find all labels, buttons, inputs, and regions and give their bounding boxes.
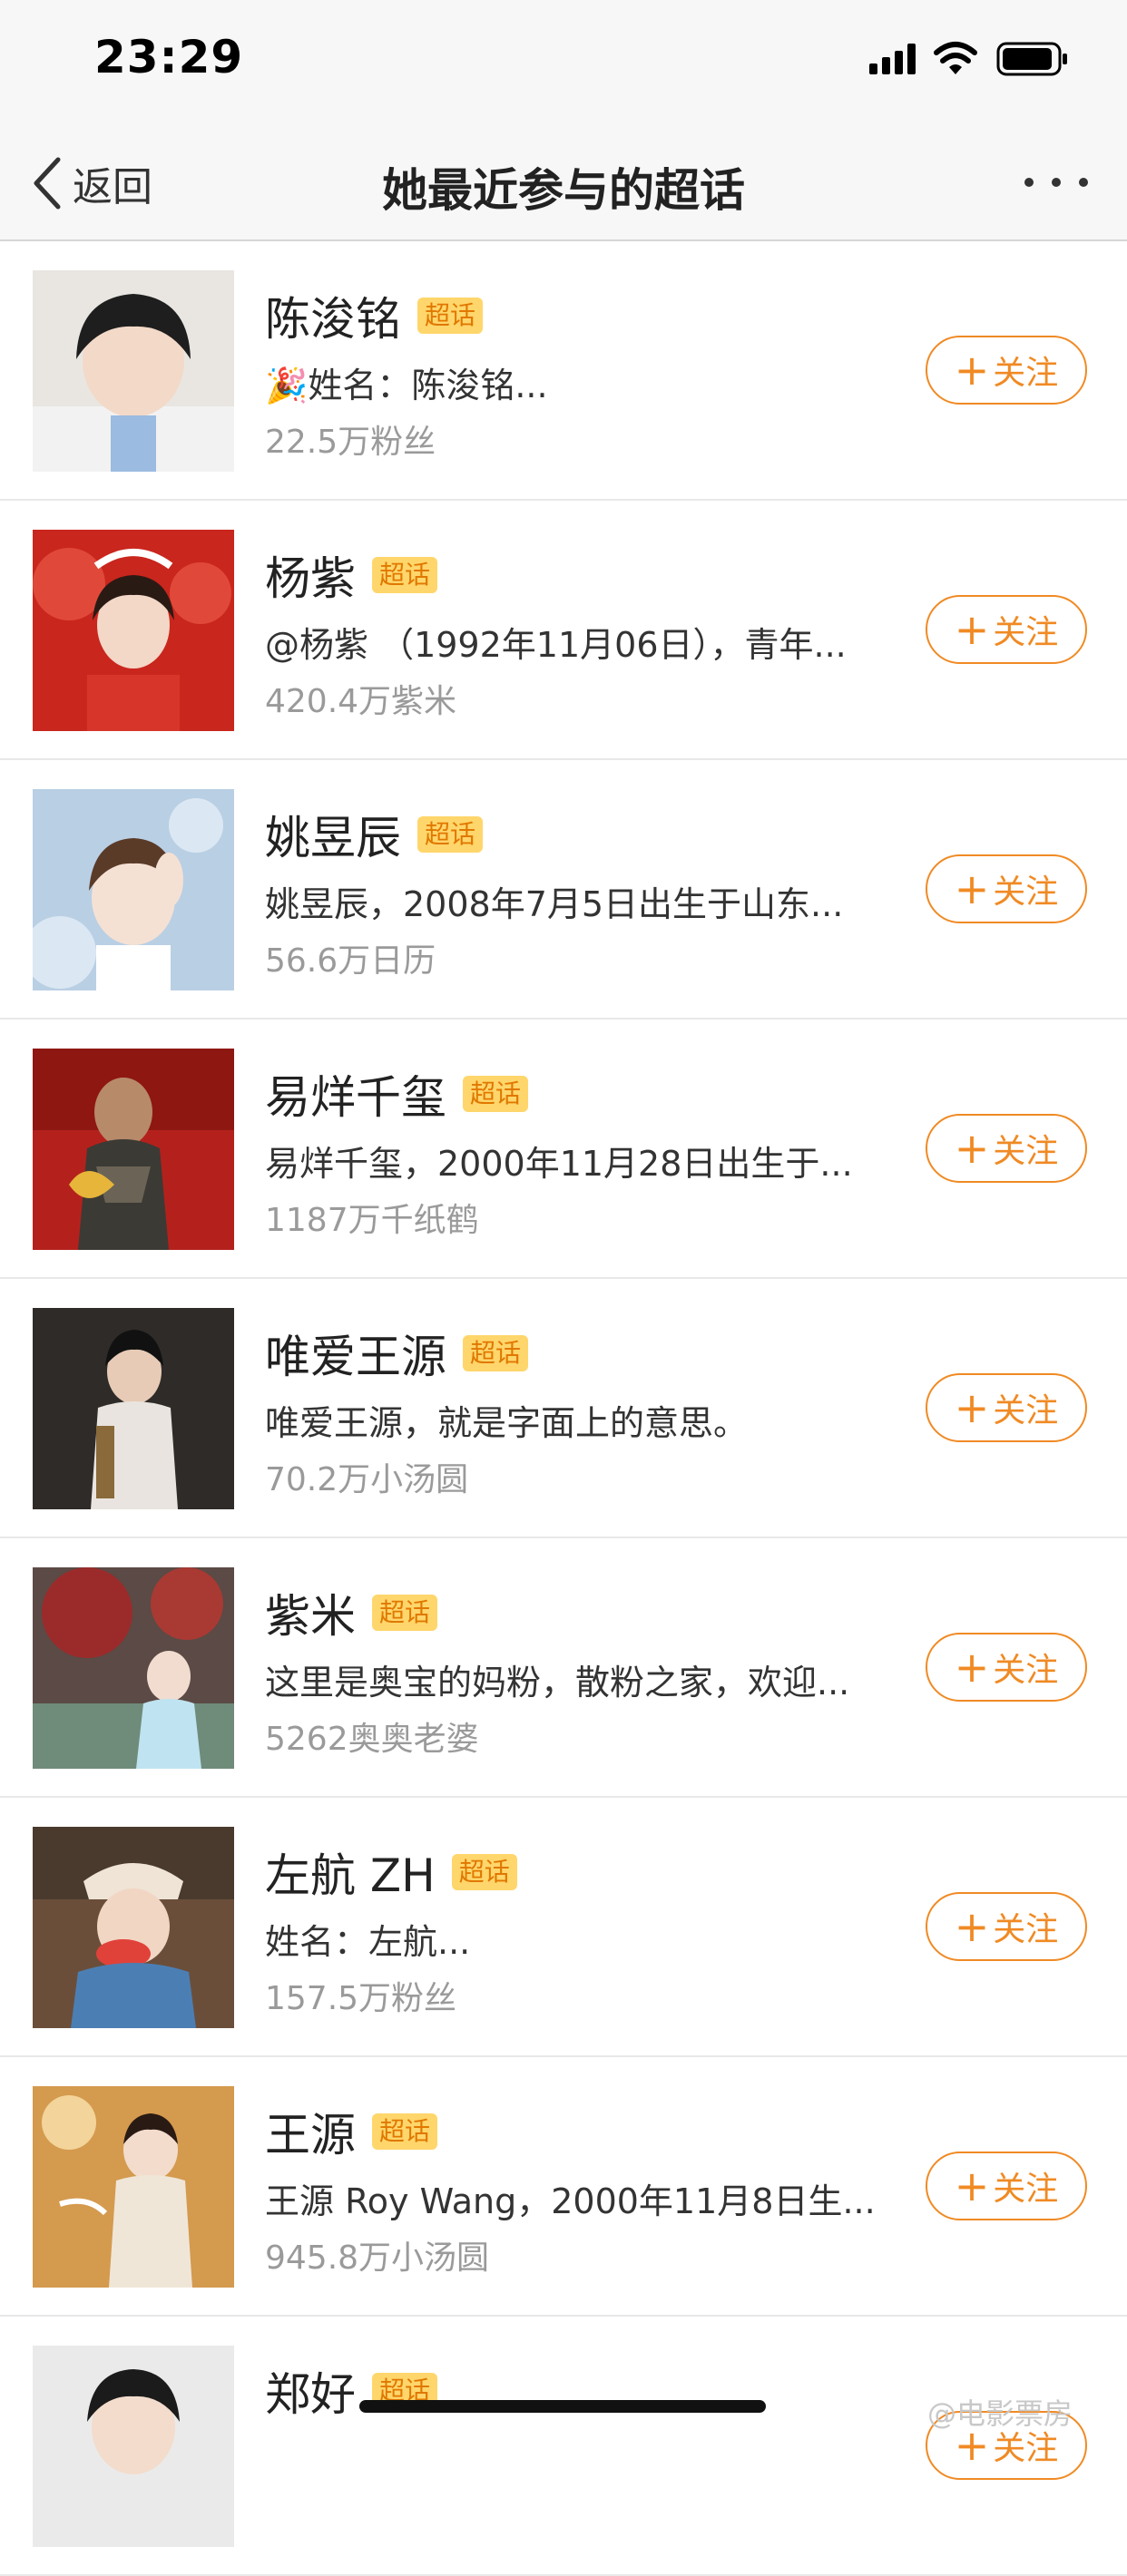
supertopic-badge: 超话 <box>451 1854 517 1890</box>
watermark: @电影票房 <box>927 2396 1073 2431</box>
list-item[interactable]: 紫米 超话 这里是奥宝的妈粉，散粉之家，欢迎... 5262奥奥老婆 + 关注 <box>0 1538 1127 1798</box>
supertopic-badge: 超话 <box>372 1595 438 1631</box>
follower-count: 945.8万小汤圆 <box>265 2239 490 2277</box>
topic-description: 这里是奥宝的妈粉，散粉之家，欢迎... <box>265 1663 850 1703</box>
topic-description: 唯爱王源，就是字面上的意思。 <box>265 1403 749 1443</box>
supertopic-badge: 超话 <box>417 816 484 853</box>
battery-icon <box>996 42 1067 76</box>
follow-button[interactable]: + 关注 <box>926 1633 1087 1702</box>
topic-name: 紫米 <box>265 1590 356 1643</box>
cellular-signal-icon <box>869 44 916 74</box>
plus-icon: + <box>954 1383 990 1432</box>
follow-label: 关注 <box>993 2171 1059 2208</box>
list-item[interactable]: 左航 ZH 超话 姓名：左航... 157.5万粉丝 + 关注 <box>0 1798 1127 2057</box>
list-item[interactable]: 杨紫 超话 @杨紫 （1992年11月06日），青年... 420.4万紫米 +… <box>0 501 1127 760</box>
avatar <box>33 1049 234 1250</box>
list-item[interactable]: 唯爱王源 超话 唯爱王源，就是字面上的意思。 70.2万小汤圆 + 关注 <box>0 1279 1127 1538</box>
topic-name: 杨紫 <box>265 552 356 605</box>
follow-label: 关注 <box>993 1392 1059 1429</box>
list-item[interactable]: 郑好 超话 + 关注 <box>0 2317 1127 2576</box>
avatar <box>33 1827 234 2028</box>
avatar <box>33 2346 234 2547</box>
avatar <box>33 1308 234 1509</box>
follow-label: 关注 <box>993 1911 1059 1948</box>
follower-count: 157.5万粉丝 <box>265 1980 457 2017</box>
more-icon[interactable] <box>1020 169 1093 196</box>
follower-count: 70.2万小汤圆 <box>265 1461 469 1498</box>
supertopic-badge: 超话 <box>463 1335 529 1371</box>
topic-description: 姓名：左航... <box>265 1922 471 1962</box>
page-title: 她最近参与的超话 <box>382 164 745 217</box>
follow-label: 关注 <box>993 1652 1059 1689</box>
follower-count: 5262奥奥老婆 <box>265 1721 479 1758</box>
follower-count: 22.5万粉丝 <box>265 424 436 461</box>
status-bar: 23:29 <box>0 0 1127 127</box>
topic-name: 唯爱王源 <box>265 1331 446 1383</box>
plus-icon: + <box>954 864 990 913</box>
follow-button[interactable]: + 关注 <box>926 1373 1087 1442</box>
supertopic-badge: 超话 <box>372 557 438 593</box>
follow-label: 关注 <box>993 873 1059 911</box>
list-item[interactable]: 易烊千玺 超话 易烊千玺，2000年11月28日出生于... 1187万千纸鹤 … <box>0 1020 1127 1279</box>
plus-icon: + <box>954 1124 990 1173</box>
plus-icon: + <box>954 2161 990 2210</box>
topic-name: 姚昱辰 <box>265 812 401 864</box>
follow-label: 关注 <box>993 355 1059 392</box>
avatar <box>33 270 234 472</box>
topic-description: 姚昱辰，2008年7月5日出生于山东... <box>265 884 844 924</box>
topic-description: 易烊千玺，2000年11月28日出生于... <box>265 1144 853 1184</box>
home-indicator[interactable] <box>359 2400 766 2413</box>
topic-name: 左航 ZH <box>265 1849 436 1902</box>
wifi-icon <box>934 42 977 74</box>
follow-label: 关注 <box>993 614 1059 651</box>
follow-button[interactable]: + 关注 <box>926 1892 1087 1961</box>
follow-button[interactable]: + 关注 <box>926 2152 1087 2220</box>
supertopic-list: 陈浚铭 超话 🎉姓名：陈浚铭... 22.5万粉丝 + 关注 杨紫 超话 @杨紫… <box>0 241 1127 2576</box>
follower-count: 1187万千纸鹤 <box>265 1202 479 1239</box>
supertopic-badge: 超话 <box>417 298 484 334</box>
topic-description: 🎉姓名：陈浚铭... <box>265 366 548 405</box>
avatar <box>33 789 234 990</box>
list-item[interactable]: 陈浚铭 超话 🎉姓名：陈浚铭... 22.5万粉丝 + 关注 <box>0 241 1127 501</box>
avatar <box>33 2086 234 2288</box>
plus-icon: + <box>954 605 990 654</box>
supertopic-badge: 超话 <box>372 2113 438 2150</box>
follower-count: 420.4万紫米 <box>265 683 457 720</box>
topic-name: 郑好 <box>265 2368 356 2421</box>
follow-button[interactable]: + 关注 <box>926 336 1087 405</box>
topic-description: @杨紫 （1992年11月06日），青年... <box>265 625 847 665</box>
topic-name: 王源 <box>265 2109 356 2161</box>
plus-icon: + <box>954 1902 990 1951</box>
avatar <box>33 1567 234 1769</box>
follow-button[interactable]: + 关注 <box>926 854 1087 923</box>
supertopic-badge: 超话 <box>463 1076 529 1112</box>
follow-button[interactable]: + 关注 <box>926 595 1087 664</box>
topic-name: 陈浚铭 <box>265 293 401 346</box>
topic-name: 易烊千玺 <box>265 1071 446 1124</box>
topic-description: 王源 Roy Wang，2000年11月8日生... <box>265 2181 876 2221</box>
plus-icon: + <box>954 346 990 395</box>
nav-bar: 返回 她最近参与的超话 <box>0 127 1127 241</box>
follow-button[interactable]: + 关注 <box>926 1114 1087 1183</box>
status-time: 23:29 <box>94 31 244 83</box>
avatar <box>33 530 234 731</box>
plus-icon: + <box>954 1643 990 1692</box>
list-item[interactable]: 王源 超话 王源 Roy Wang，2000年11月8日生... 945.8万小… <box>0 2057 1127 2317</box>
follow-label: 关注 <box>993 1133 1059 1170</box>
follower-count: 56.6万日历 <box>265 942 436 980</box>
list-item[interactable]: 姚昱辰 超话 姚昱辰，2008年7月5日出生于山东... 56.6万日历 + 关… <box>0 760 1127 1020</box>
